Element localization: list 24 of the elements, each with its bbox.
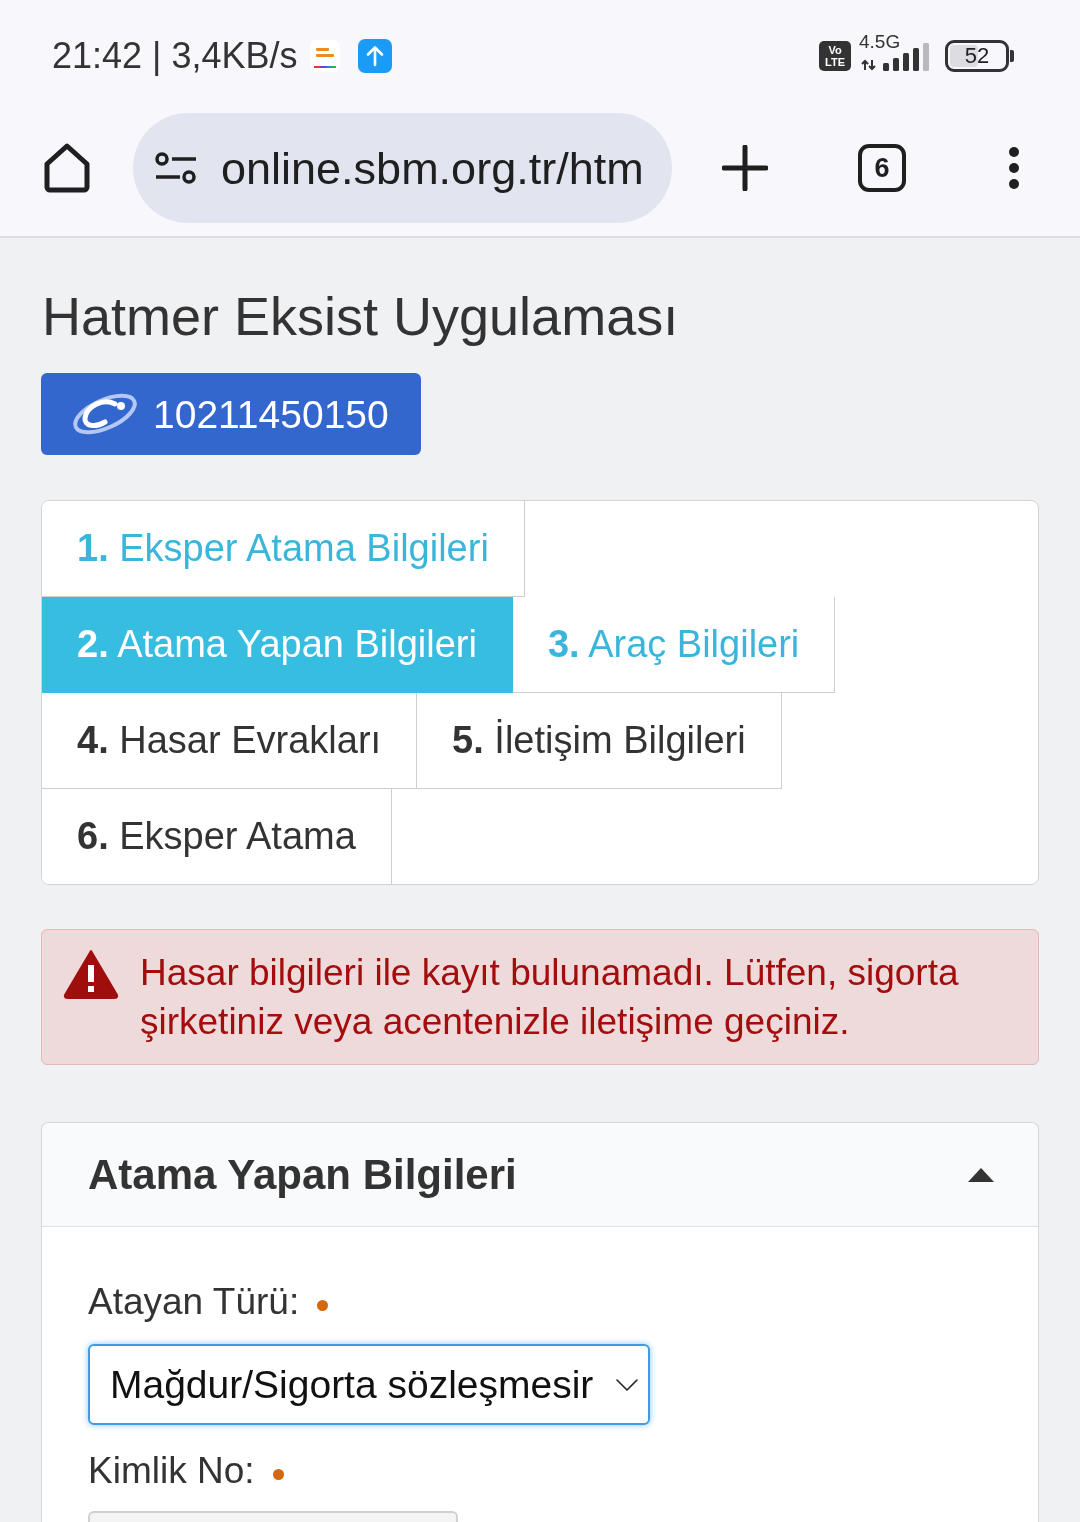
id-number-button[interactable]: 10211450150 bbox=[41, 373, 421, 455]
home-icon[interactable] bbox=[42, 142, 92, 194]
dropdown-select[interactable]: Mağdur/Sigorta sözleşmesir bbox=[88, 1344, 650, 1425]
app-notification-icon bbox=[309, 40, 340, 72]
panel-title: Atama Yapan Bilgileri bbox=[88, 1149, 517, 1200]
chevron-down-icon bbox=[616, 1378, 638, 1391]
status-time-speed: 21:42 | 3,4KB/s bbox=[52, 38, 298, 74]
tab-count-button[interactable]: 6 bbox=[858, 144, 906, 192]
site-settings-icon[interactable] bbox=[155, 152, 197, 184]
alert-message: Hasar bilgileri ile kayıt bulunamadı. Lütfen, sigorta şirketiniz veya acentenizle iletişime geçiniz. bbox=[140, 951, 960, 1044]
text-input-field[interactable] bbox=[88, 1511, 458, 1522]
page-title: Hatmer Eksist Uygulaması bbox=[41, 285, 679, 348]
battery-indicator: 52 bbox=[945, 40, 1014, 72]
field-label: Atayan Türü: bbox=[88, 1281, 300, 1323]
warning-icon bbox=[62, 948, 120, 1000]
overflow-menu-icon[interactable] bbox=[1008, 147, 1020, 189]
caret-up-icon[interactable] bbox=[968, 1167, 994, 1182]
field-label: Kimlik No: bbox=[88, 1450, 255, 1492]
url-text: online.sbm.org.tr/htm bbox=[221, 145, 644, 191]
data-arrows-icon bbox=[861, 59, 876, 71]
volte-badge: Vo LTE bbox=[819, 41, 851, 71]
address-bar[interactable]: online.sbm.org.tr/htm bbox=[133, 113, 672, 223]
network-type-label: 4.5G bbox=[859, 32, 901, 52]
plus-icon[interactable] bbox=[722, 145, 768, 191]
